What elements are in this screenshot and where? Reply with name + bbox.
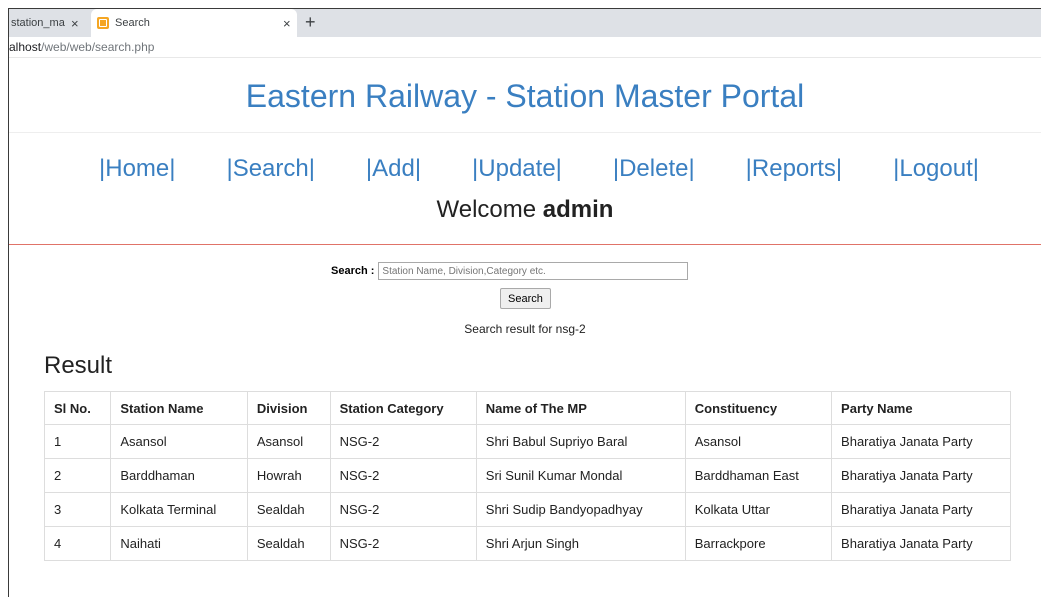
table-header-row: Sl No. Station Name Division Station Cat… — [43, 391, 1011, 425]
nav-divider — [9, 244, 1041, 245]
table-cell: Howrah — [246, 458, 331, 493]
table-cell: Barddhaman — [110, 458, 248, 493]
table-cell: Sealdah — [246, 492, 331, 527]
welcome-prefix: Welcome — [436, 196, 543, 223]
nav-home[interactable]: |Home| — [99, 155, 176, 183]
table-cell: Shri Sudip Bandyopadhyay — [475, 492, 686, 527]
tab-strip: station_ma × Search × + — [9, 9, 1041, 37]
close-icon[interactable]: × — [71, 16, 79, 31]
url-text: alhost/web/web/search.php — [9, 40, 154, 54]
results-table: Sl No. Station Name Division Station Cat… — [43, 391, 1011, 561]
table-cell: Kolkata Uttar — [684, 492, 833, 527]
page-title: Eastern Railway - Station Master Portal — [245, 78, 805, 114]
table-cell: Asansol — [246, 424, 331, 459]
tab-search[interactable]: Search × — [91, 9, 297, 37]
table-cell: NSG-2 — [329, 526, 477, 561]
result-heading: Result — [44, 352, 113, 379]
table-cell: 2 — [43, 458, 112, 493]
table-cell: Bharatiya Janata Party — [831, 458, 1011, 493]
table-row: 3 Kolkata Terminal Sealdah NSG-2 Shri Su… — [43, 492, 1011, 527]
url-path: /web/web/search.php — [41, 40, 155, 54]
address-bar[interactable]: alhost/web/web/search.php — [9, 37, 1041, 58]
table-row: 1 Asansol Asansol NSG-2 Shri Babul Supri… — [43, 424, 1011, 459]
search-result-text: Search result for nsg-2 — [464, 322, 586, 336]
tab-title: Search — [115, 17, 150, 29]
nav-update[interactable]: |Update| — [472, 155, 562, 183]
page-content: Eastern Railway - Station Master Portal … — [9, 58, 1041, 597]
welcome-message: Welcome admin — [9, 196, 1041, 224]
column-header: Station Category — [329, 391, 477, 425]
url-host: alhost — [9, 40, 42, 54]
nav-delete[interactable]: |Delete| — [613, 155, 695, 183]
close-icon[interactable]: × — [283, 16, 291, 31]
xampp-icon — [97, 17, 109, 29]
tab-station-master[interactable]: station_ma × — [9, 9, 91, 37]
table-cell: Asansol — [110, 424, 248, 459]
header-divider — [9, 132, 1041, 133]
column-header: Party Name — [831, 391, 1011, 425]
table-cell: NSG-2 — [329, 424, 477, 459]
search-input[interactable] — [378, 262, 689, 280]
column-header: Sl No. — [43, 391, 112, 425]
nav-search[interactable]: |Search| — [226, 155, 315, 183]
table-cell: 3 — [43, 492, 112, 527]
welcome-user: admin — [542, 196, 614, 223]
table-cell: Barrackpore — [684, 526, 833, 561]
plus-icon[interactable]: + — [305, 12, 316, 32]
table-cell: Kolkata Terminal — [110, 492, 248, 527]
column-header: Division — [246, 391, 331, 425]
nav-logout[interactable]: |Logout| — [893, 155, 979, 183]
table-cell: Sri Sunil Kumar Mondal — [475, 458, 686, 493]
column-header: Constituency — [684, 391, 833, 425]
browser-window: station_ma × Search × + alhost/web/web/s… — [8, 8, 1041, 597]
table-cell: Shri Babul Supriyo Baral — [475, 424, 686, 459]
main-nav: |Home| |Search| |Add| |Update| |Delete| … — [99, 155, 979, 183]
nav-reports[interactable]: |Reports| — [746, 155, 843, 183]
table-cell: NSG-2 — [329, 492, 477, 527]
table-cell: 4 — [43, 526, 112, 561]
table-cell: Asansol — [684, 424, 833, 459]
search-label: Search : — [331, 265, 375, 277]
table-cell: Bharatiya Janata Party — [831, 526, 1011, 561]
table-cell: Bharatiya Janata Party — [831, 424, 1011, 459]
table-cell: Barddhaman East — [684, 458, 833, 493]
table-cell: 1 — [43, 424, 112, 459]
table-row: 2 Barddhaman Howrah NSG-2 Sri Sunil Kuma… — [43, 458, 1011, 493]
nav-add[interactable]: |Add| — [366, 155, 421, 183]
tab-title: station_ma — [11, 17, 65, 29]
search-form: Search : — [331, 262, 689, 280]
table-row: 4 Naihati Sealdah NSG-2 Shri Arjun Singh… — [43, 526, 1011, 561]
table-cell: Sealdah — [246, 526, 331, 561]
table-cell: Naihati — [110, 526, 248, 561]
column-header: Station Name — [110, 391, 248, 425]
table-cell: Shri Arjun Singh — [475, 526, 686, 561]
column-header: Name of The MP — [475, 391, 686, 425]
table-cell: NSG-2 — [329, 458, 477, 493]
search-button[interactable]: Search — [500, 288, 551, 309]
table-cell: Bharatiya Janata Party — [831, 492, 1011, 527]
